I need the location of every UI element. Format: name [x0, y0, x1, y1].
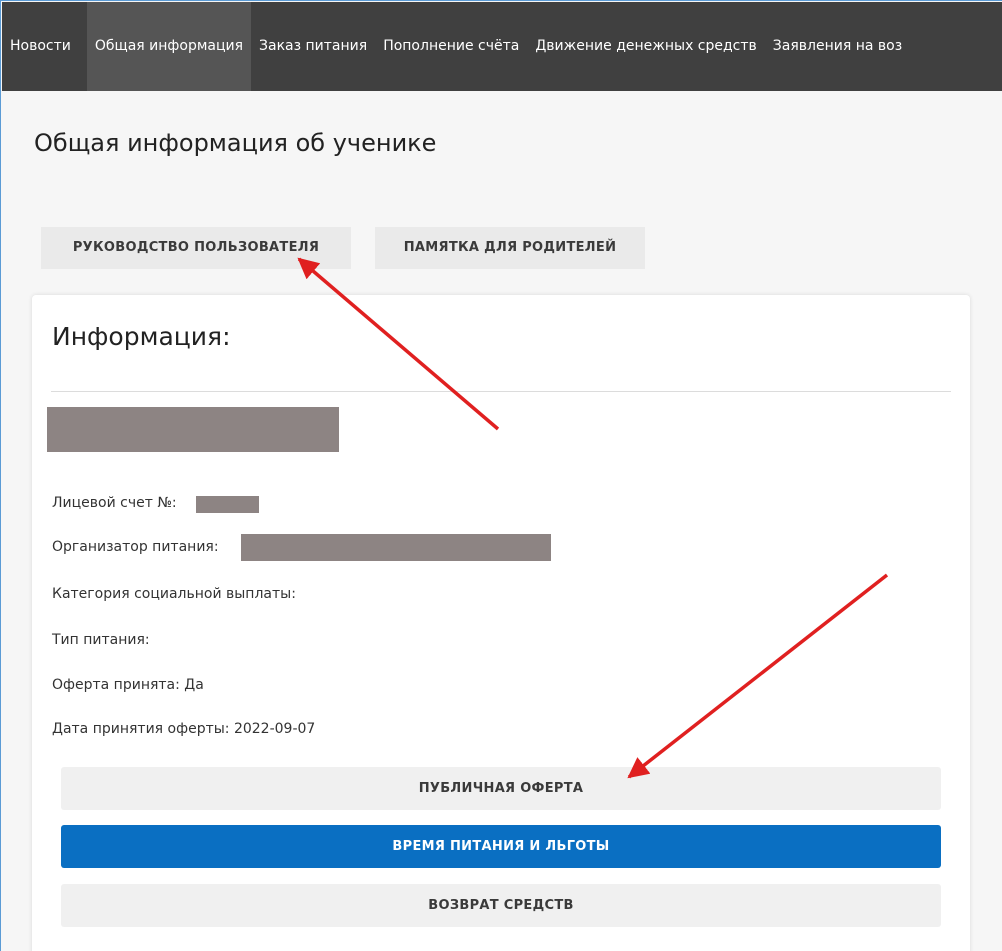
meal-organizer-row: Организатор питания: [52, 537, 219, 557]
info-card: Информация: Лицевой счет №: Организатор … [32, 295, 970, 951]
user-manual-button[interactable]: РУКОВОДСТВО ПОЛЬЗОВАТЕЛЯ [41, 227, 351, 269]
page-title: Общая информация об ученике [34, 129, 437, 157]
meal-type-label: Тип питания: [52, 632, 150, 648]
redacted-student-name [47, 407, 339, 452]
app-frame: Новости Общая информация Заказ питания П… [0, 0, 1002, 951]
offer-date-label: Дата принятия оферты: 2022-09-07 [52, 721, 316, 737]
card-divider [51, 391, 951, 392]
nav-item-news[interactable]: Новости [2, 2, 87, 91]
nav-item-top-up[interactable]: Пополнение счёта [375, 2, 527, 91]
offer-accepted-label: Оферта принята: Да [52, 677, 204, 693]
nav-item-refund-applications[interactable]: Заявления на воз [765, 2, 910, 91]
meal-time-benefits-button[interactable]: ВРЕМЯ ПИТАНИЯ И ЛЬГОТЫ [61, 825, 941, 868]
account-number-row: Лицевой счет №: [52, 493, 177, 513]
nav-item-cash-flow[interactable]: Движение денежных средств [527, 2, 764, 91]
info-card-title: Информация: [52, 322, 231, 351]
redacted-meal-organizer [241, 534, 551, 561]
social-category-label: Категория социальной выплаты: [52, 586, 296, 602]
redacted-account-number [196, 496, 259, 513]
top-navigation: Новости Общая информация Заказ питания П… [2, 2, 1002, 91]
nav-item-meal-order[interactable]: Заказ питания [251, 2, 375, 91]
parents-memo-button[interactable]: ПАМЯТКА ДЛЯ РОДИТЕЛЕЙ [375, 227, 645, 269]
meal-organizer-label: Организатор питания: [52, 539, 219, 555]
account-number-label: Лицевой счет №: [52, 495, 177, 511]
public-offer-button[interactable]: ПУБЛИЧНАЯ ОФЕРТА [61, 767, 941, 810]
refund-button[interactable]: ВОЗВРАТ СРЕДСТВ [61, 884, 941, 927]
nav-item-general-info[interactable]: Общая информация [86, 2, 252, 91]
